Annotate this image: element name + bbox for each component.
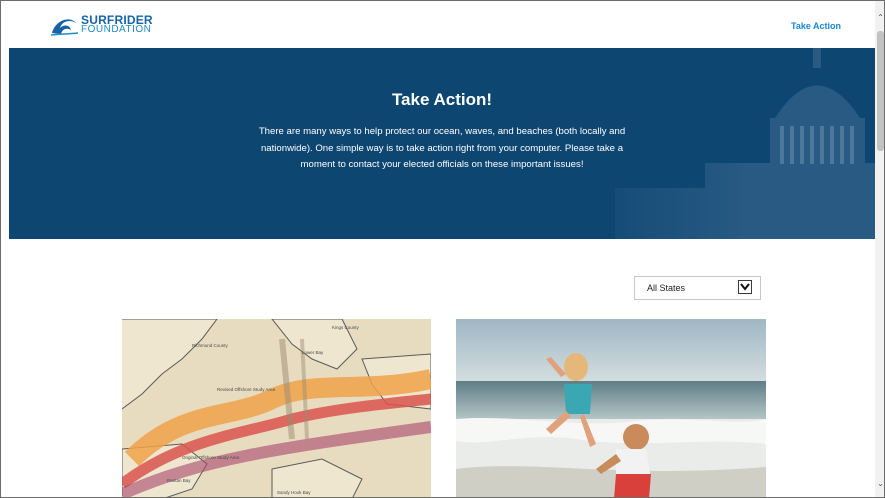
site-header: SURFRIDER FOUNDATION Take Action [9,1,875,48]
logo-subtitle: FOUNDATION [81,24,152,35]
nav-take-action-link[interactable]: Take Action [791,21,841,31]
map-label-raritan: Raritan Bay [167,478,191,483]
chevron-down-icon[interactable] [738,280,752,294]
map-label-sandy-hook: Sandy Hook Bay [277,490,311,495]
wave-logo-icon [50,19,79,36]
scroll-down-arrow-icon[interactable]: ⌄ [875,479,884,489]
hero-title: Take Action! [391,90,493,109]
page-scrollbar[interactable]: ⌃ ⌄ [875,1,884,497]
offshore-map-image: Richmond County Kings County Lower Bay R… [122,319,431,497]
hero-description: There are many ways to help protect our … [258,126,626,171]
browser-window: SURFRIDER FOUNDATION Take Action Take Ac… [0,0,885,498]
action-card-beach-kids[interactable] [456,319,766,497]
surfrider-logo[interactable]: SURFRIDER FOUNDATION [49,13,153,37]
beach-kids-image [456,319,766,497]
state-filter-select[interactable]: All States [634,276,761,300]
action-card-offshore-map[interactable]: Richmond County Kings County Lower Bay R… [122,319,431,497]
map-label-richmond: Richmond County [192,343,229,348]
state-filter-value: All States [647,283,686,293]
map-label-original-study: Original Offshore Study Area [182,455,240,460]
map-label-revised-study: Revised Offshore Study Area [217,387,275,392]
map-label-kings: Kings County [332,325,360,330]
scroll-thumb[interactable] [877,31,884,151]
hero-banner: Take Action! There are many ways to help… [9,48,875,239]
scroll-up-arrow-icon[interactable]: ⌃ [875,13,884,23]
map-label-lower-bay: Lower Bay [302,350,324,355]
